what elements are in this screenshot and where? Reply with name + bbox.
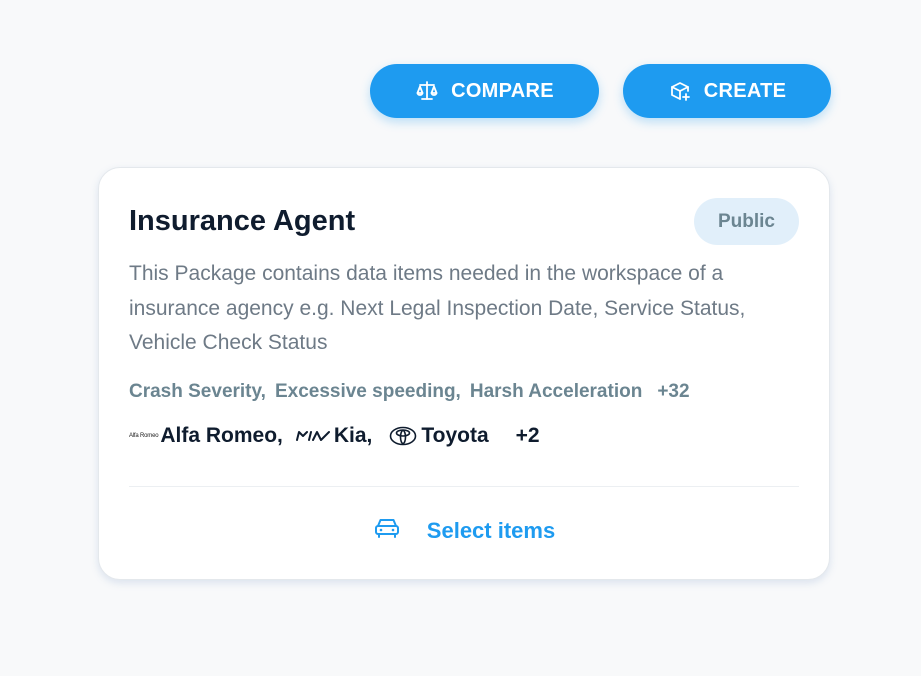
package-card: Insurance Agent Public This Package cont…	[98, 167, 830, 580]
brand-item: Kia,	[295, 424, 373, 448]
brand-item: Alfa Romeo Alfa Romeo,	[129, 424, 283, 448]
create-button[interactable]: CREATE	[623, 64, 831, 118]
select-items-label: Select items	[426, 518, 556, 543]
compare-button[interactable]: COMPARE	[370, 64, 599, 118]
brand-name: Toyota	[421, 424, 489, 447]
toyota-logo-icon	[389, 426, 417, 446]
tag-item: Excessive speeding,	[274, 381, 461, 402]
page: COMPARE CREATE Insurance Agent Public Th…	[0, 0, 921, 676]
scale-icon	[415, 79, 439, 103]
brands-more-count: +2	[515, 424, 540, 447]
tag-item: Harsh Acceleration	[469, 381, 643, 402]
brand-name: Kia,	[333, 424, 373, 447]
visibility-badge: Public	[694, 198, 799, 245]
card-title: Insurance Agent	[129, 205, 356, 237]
data-item-tags: Crash Severity, Excessive speeding, Hars…	[129, 381, 690, 403]
tags-more-count: +32	[657, 381, 690, 402]
alfa-romeo-logo-icon: Alfa Romeo	[129, 433, 159, 439]
cube-plus-icon	[668, 79, 692, 103]
kia-logo-icon	[295, 430, 330, 442]
select-items-button[interactable]: Select items	[99, 516, 829, 546]
brand-list: Alfa Romeo Alfa Romeo, Kia, Toyota +2	[129, 424, 540, 448]
create-button-label: CREATE	[703, 79, 787, 102]
car-icon	[373, 516, 401, 546]
brand-name: Alfa Romeo,	[160, 424, 283, 447]
card-description: This Package contains data items needed …	[129, 262, 746, 354]
tag-item: Crash Severity,	[129, 381, 266, 402]
brand-item: Toyota	[385, 424, 489, 448]
card-divider	[129, 486, 799, 487]
compare-button-label: COMPARE	[451, 79, 554, 102]
